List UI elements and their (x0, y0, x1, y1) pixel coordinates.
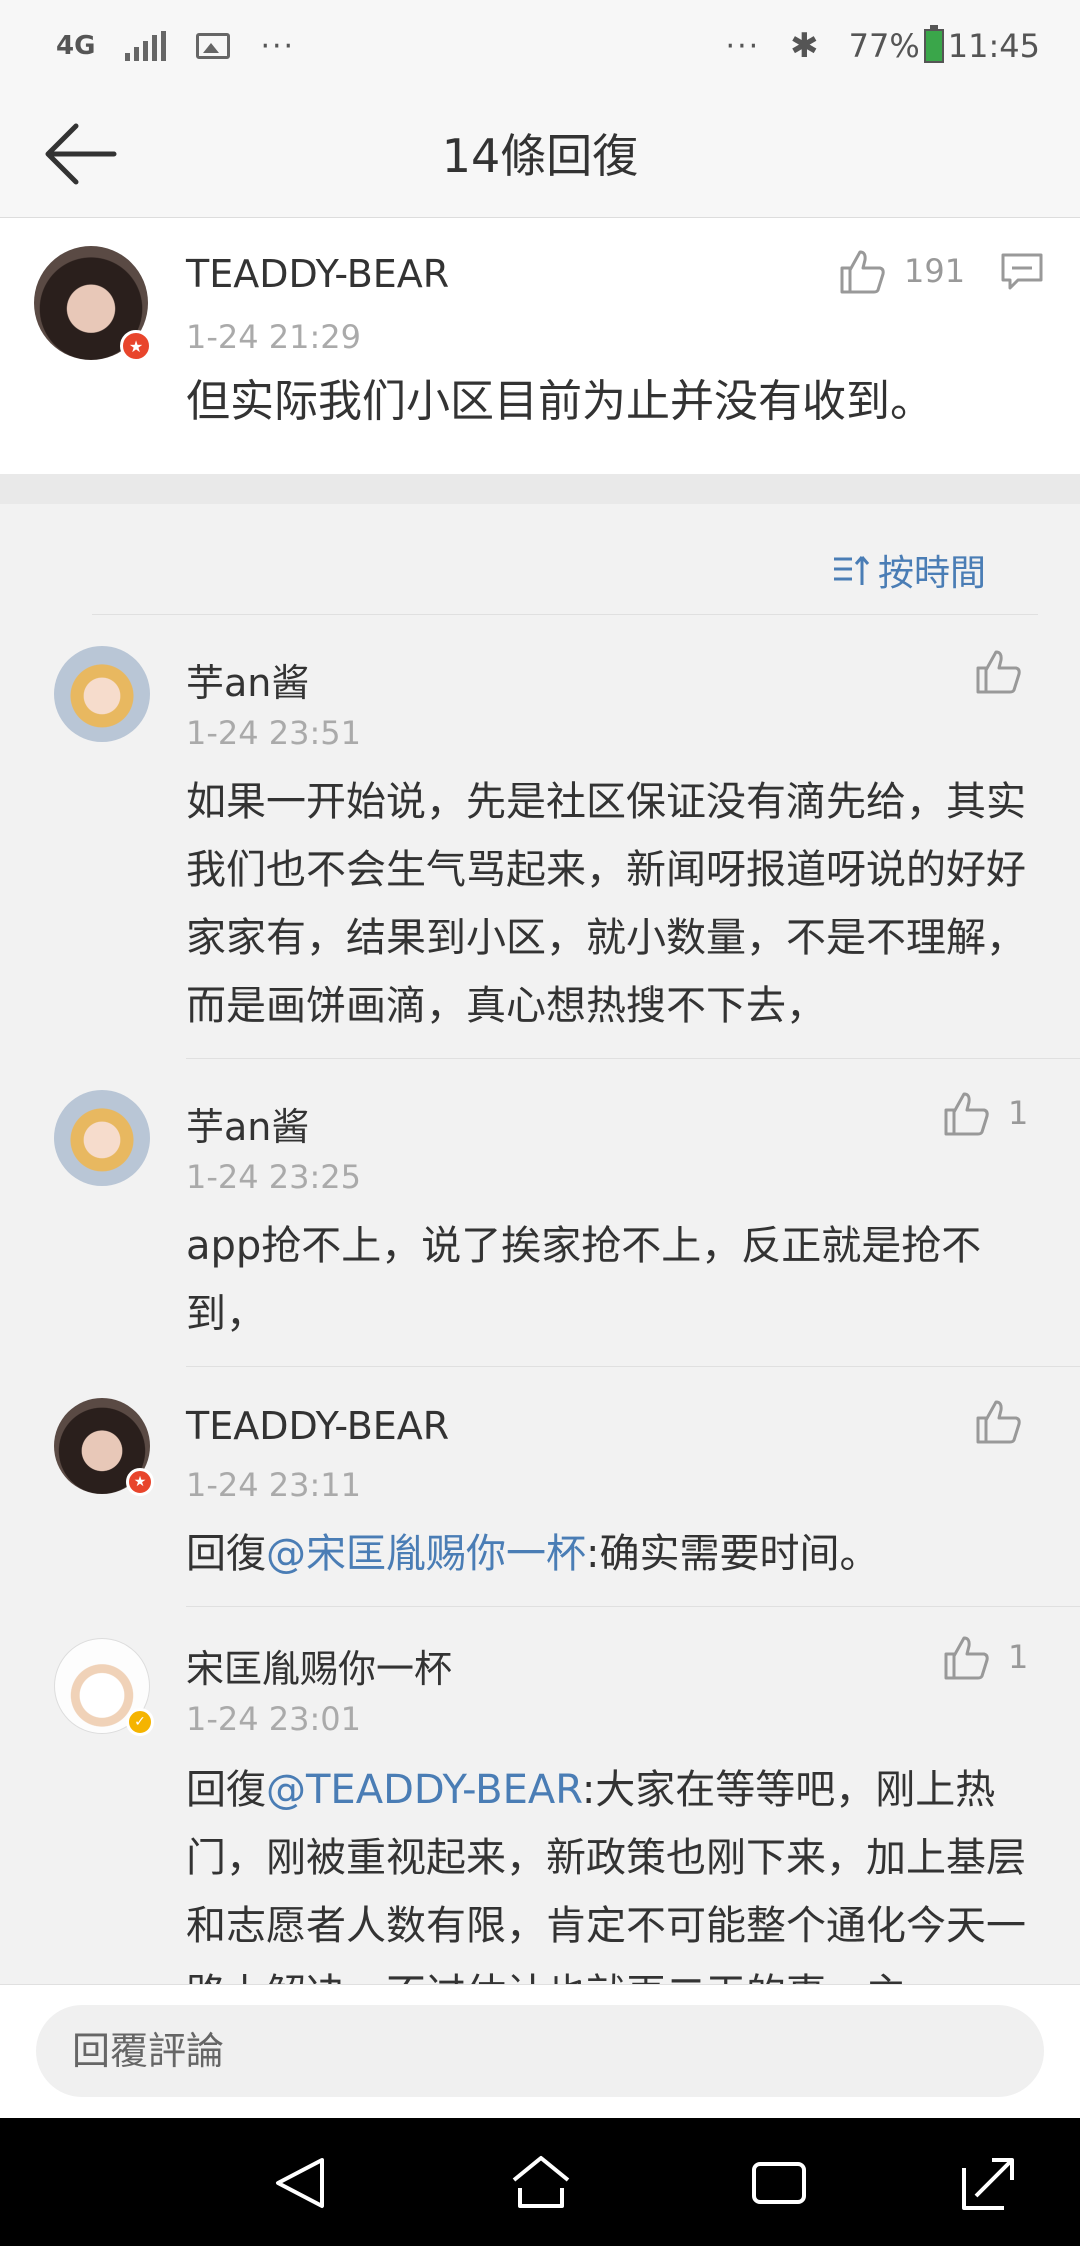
reply-prefix: 回復 (186, 1531, 266, 1577)
divider (0, 474, 1080, 504)
nav-back-icon[interactable] (266, 2148, 336, 2218)
comment-text: 回復@TEADDY-BEAR:大家在等等吧，刚上热门，刚被重视起来，新政策也刚下… (186, 1756, 1036, 1984)
nav-bar: 14條回復 (0, 92, 1080, 218)
sort-icon (833, 556, 870, 585)
divider (92, 614, 1038, 615)
like-button[interactable]: 191 (838, 248, 965, 294)
mention-link[interactable]: @TEADDY-BEAR (266, 1767, 582, 1813)
reply-input[interactable] (36, 2005, 1044, 2097)
timestamp: 1-24 23:11 (186, 1466, 362, 1504)
gallery-icon (196, 33, 231, 59)
battery-icon (923, 25, 944, 63)
thumbs-up-icon (944, 1092, 989, 1136)
replies-list: 按時間 芋an酱 1-24 23:51 如果一开始说，先是社区保证没有滴先给，其… (0, 504, 1080, 1984)
avatar[interactable] (54, 1090, 150, 1186)
thumbs-up-icon (944, 1636, 989, 1680)
username[interactable]: 宋匡胤赐你一杯 (186, 1638, 452, 1693)
reply-text: :确实需要时间。 (586, 1531, 880, 1577)
like-count: 191 (904, 252, 966, 290)
thumbs-up-icon[interactable] (974, 648, 1022, 694)
sort-by-time-button[interactable]: 按時間 (832, 544, 986, 596)
comment-text: 但实际我们小区目前为止并没有收到。 (186, 376, 934, 427)
username[interactable]: 芋an酱 (186, 652, 309, 707)
nav-home-icon[interactable] (506, 2148, 576, 2218)
verified-badge-icon: ✓ (126, 1708, 154, 1736)
comment-text: app抢不上，说了挨家抢不上，反正就是抢不到， (186, 1223, 982, 1337)
thumbs-up-icon (840, 250, 885, 294)
avatar[interactable]: ★ (54, 1398, 154, 1496)
like-count: 1 (1008, 1094, 1029, 1132)
like-button[interactable]: 1 (942, 1634, 1028, 1680)
mention-link[interactable]: @宋匡胤赐你一杯 (266, 1531, 586, 1577)
timestamp: 1-24 21:29 (186, 318, 362, 356)
username[interactable]: 芋an酱 (186, 1096, 309, 1151)
network-type: 4G (56, 31, 96, 61)
username[interactable]: TEADDY-BEAR (186, 252, 449, 296)
signal-icon (125, 31, 167, 61)
avatar[interactable]: ★ (34, 246, 152, 362)
like-count: 1 (1008, 1638, 1029, 1676)
comment-text: 如果一开始说，先是社区保证没有滴先给，其实我们也不会生气骂起来，新闻呀报道呀说的… (186, 779, 1026, 1029)
nav-recents-icon[interactable] (744, 2148, 814, 2218)
timestamp: 1-24 23:51 (186, 714, 362, 752)
reply-icon[interactable] (1000, 252, 1044, 292)
avatar[interactable] (54, 646, 150, 742)
comment-text: 回復@宋匡胤赐你一杯:确实需要时间。 (186, 1520, 1036, 1588)
thumbs-up-icon[interactable] (974, 1398, 1022, 1444)
root-comment: ★ TEADDY-BEAR 1-24 21:29 191 但实际我们小区目前为止… (0, 218, 1080, 474)
reply-input-bar (0, 1984, 1080, 2119)
system-nav-bar (0, 2118, 1080, 2246)
expand-icon[interactable] (954, 2148, 1024, 2218)
timestamp: 1-24 23:25 (186, 1158, 362, 1196)
timestamp: 1-24 23:01 (186, 1700, 362, 1738)
divider (186, 1058, 1080, 1059)
clock: 11:45 (947, 27, 1040, 65)
battery-percent: 77% (848, 27, 920, 65)
vip-badge-icon: ★ (120, 330, 152, 362)
divider (186, 1366, 1080, 1367)
like-button[interactable]: 1 (942, 1090, 1028, 1136)
bluetooth-icon: ✱ (790, 26, 819, 66)
more-status: ··· (725, 28, 761, 64)
divider (186, 1606, 1080, 1607)
status-bar: 4G ··· ··· ✱ 77% 11:45 (0, 0, 1080, 92)
avatar[interactable]: ✓ (54, 1638, 154, 1736)
vip-badge-icon: ★ (126, 1468, 154, 1496)
more-notifications: ··· (260, 28, 296, 64)
reply-prefix: 回復 (186, 1767, 266, 1813)
username[interactable]: TEADDY-BEAR (186, 1404, 449, 1448)
page-title: 14條回復 (441, 129, 639, 183)
sort-label: 按時間 (877, 553, 986, 594)
